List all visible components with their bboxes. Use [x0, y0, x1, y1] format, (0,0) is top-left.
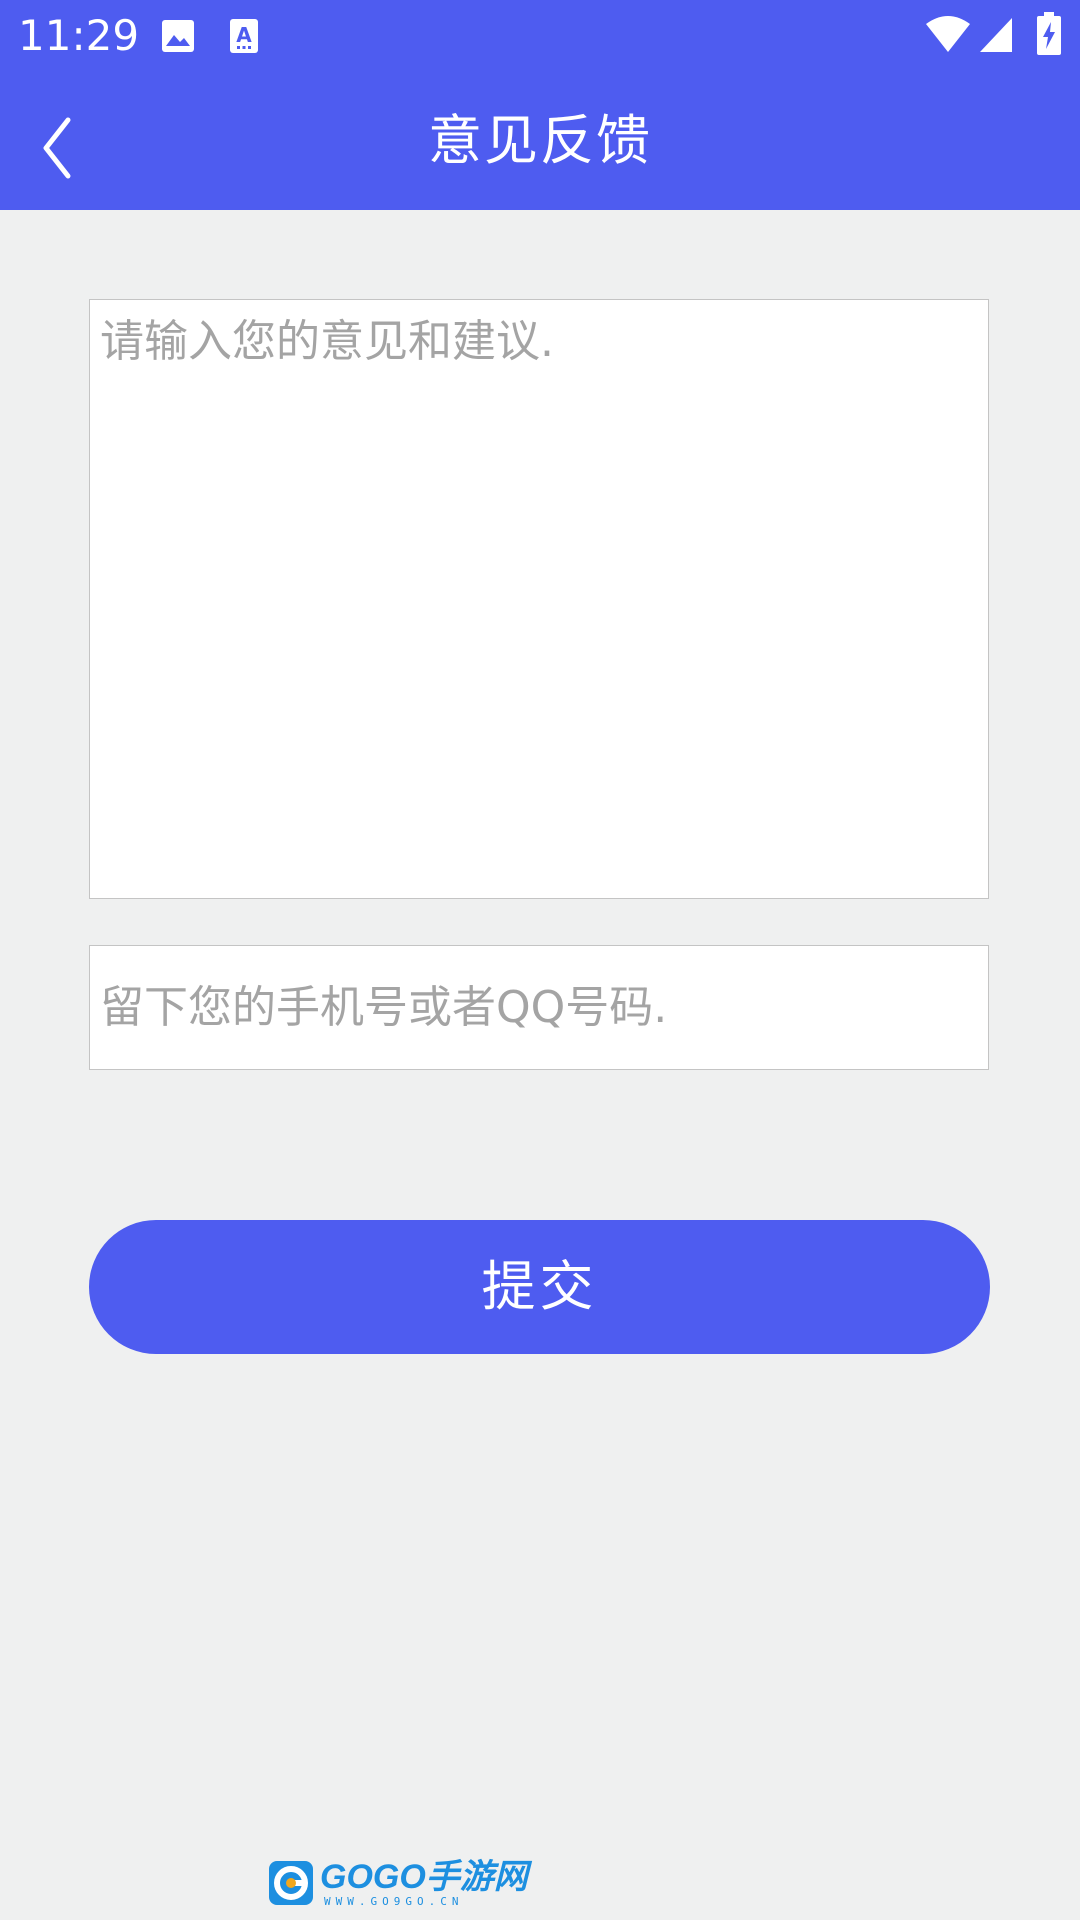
text-a-icon: A	[230, 19, 258, 53]
toolbar: 意见反馈	[0, 72, 1080, 210]
image-icon	[162, 20, 194, 52]
page-title: 意见反馈	[428, 109, 652, 172]
gogo-logo-icon	[269, 1861, 313, 1905]
brand-name: GOGO手游网	[320, 1858, 528, 1896]
brand-url: WWW.GO9GO.CN	[324, 1895, 464, 1908]
signal-icon	[980, 18, 1012, 52]
brand-logo: GOGO手游网 WWW.GO9GO.CN	[268, 1858, 528, 1910]
status-time: 11:29	[18, 11, 140, 60]
app-bar: 11:29 A 意见反馈	[0, 0, 1080, 210]
battery-charging-icon	[1037, 12, 1061, 55]
contact-input[interactable]	[89, 945, 989, 1070]
submit-button[interactable]: 提交	[89, 1220, 990, 1354]
status-bar: 11:29 A	[0, 0, 1080, 72]
feedback-textarea[interactable]	[89, 299, 989, 899]
wifi-icon	[926, 16, 970, 52]
svg-text:A: A	[236, 23, 252, 47]
